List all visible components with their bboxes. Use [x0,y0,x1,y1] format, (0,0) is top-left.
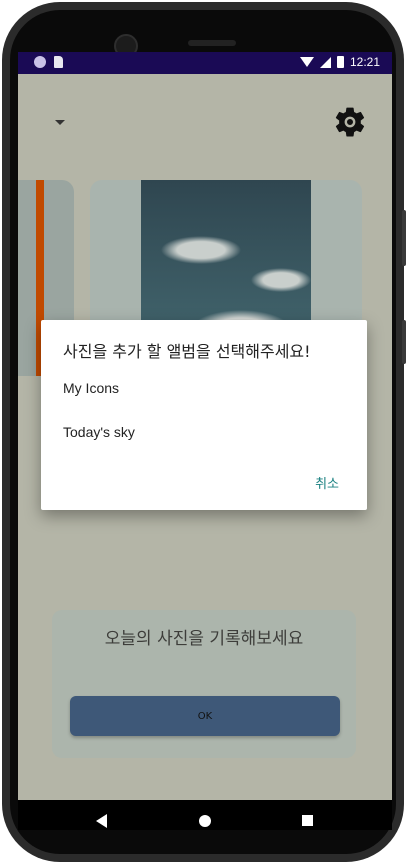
cancel-button[interactable]: 취소 [315,473,339,492]
record-card-title: 오늘의 사진을 기록해보세요 [104,629,304,649]
battery-icon [336,56,344,68]
power-button [402,320,406,364]
volume-button [402,210,406,266]
earpiece-speaker [188,40,236,46]
gear-icon[interactable] [332,104,368,140]
back-icon[interactable] [96,814,107,828]
home-icon[interactable] [199,815,211,827]
wifi-icon [299,57,314,67]
dialog-item-todays-sky[interactable]: Today's sky [63,424,135,440]
ok-button[interactable]: OK [70,696,340,736]
circle-icon [34,56,46,68]
album-select-dialog: 사진을 추가 할 앨범을 선택해주세요! My Icons Today's sk… [41,320,367,510]
recent-apps-icon[interactable] [302,815,313,826]
status-bar: 12:21 [18,52,392,74]
dropdown-arrow-icon[interactable] [55,120,65,125]
navigation-bar [18,800,392,830]
phone-frame: 12:21 오늘의 사진을 기록해보세요 OK 사진을 추가 할 앨범을 선택해… [2,2,406,862]
record-card: 오늘의 사진을 기록해보세요 OK [52,610,356,758]
dialog-title: 사진을 추가 할 앨범을 선택해주세요! [63,342,311,361]
screen: 12:21 오늘의 사진을 기록해보세요 OK 사진을 추가 할 앨범을 선택해… [18,52,392,830]
sd-card-icon [54,56,63,68]
status-time: 12:21 [349,55,380,69]
dialog-item-my-icons[interactable]: My Icons [63,380,119,396]
signal-icon [319,56,331,68]
